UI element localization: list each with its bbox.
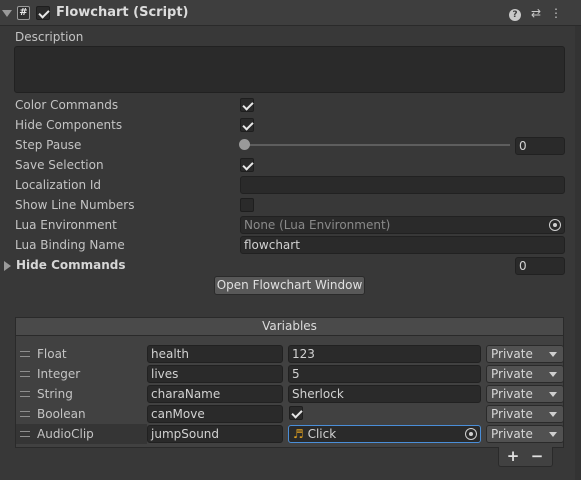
color-commands-label: Color Commands [15,98,119,112]
variable-key-field[interactable]: health [147,345,283,363]
variable-scope-dropdown[interactable]: Private [486,345,564,363]
variable-scope-dropdown[interactable]: Private [486,365,564,383]
script-icon: # [17,6,30,20]
step-pause-field[interactable]: 0 [515,137,565,155]
hide-components-label: Hide Components [15,118,123,132]
object-picker-icon[interactable] [465,428,477,440]
preset-icon[interactable]: ⇄ [529,6,543,20]
lua-environment-label: Lua Environment [15,218,117,232]
variable-type: Boolean [37,407,86,421]
audio-clip-name: Click [307,427,337,441]
hide-components-checkbox[interactable] [240,118,254,132]
save-selection-checkbox[interactable] [240,158,254,172]
localization-id-label: Localization Id [15,178,102,192]
drag-handle-icon[interactable] [20,431,30,437]
component-title: Flowchart (Script) [56,5,189,20]
variable-type: AudioClip [37,427,94,441]
add-variable-button[interactable]: + [503,448,523,464]
variable-key-field[interactable]: charaName [147,385,283,403]
lua-binding-name-label: Lua Binding Name [15,238,125,252]
step-pause-label: Step Pause [15,138,82,152]
variable-key-field[interactable]: lives [147,365,283,383]
description-textarea[interactable] [14,46,565,93]
drag-handle-icon[interactable] [20,411,30,417]
drag-handle-icon[interactable] [20,351,30,357]
object-picker-icon[interactable] [549,219,561,231]
show-line-numbers-checkbox[interactable] [240,198,254,212]
variable-value-checkbox[interactable] [289,406,303,420]
variables-header: Variables [15,317,564,336]
variable-scope-dropdown[interactable]: Private [486,425,564,443]
variable-value-object-field[interactable]: ♬ Click [288,425,481,443]
variable-type: Integer [37,367,81,381]
component-enabled-checkbox[interactable] [36,6,50,20]
scrollbar[interactable] [575,26,581,480]
step-pause-slider-track[interactable] [245,144,510,146]
hide-commands-count-field[interactable]: 0 [515,257,565,275]
hide-commands-foldout-icon[interactable] [4,261,11,271]
variable-type: Float [37,347,67,361]
variable-type: String [37,387,73,401]
variable-value-field[interactable]: 123 [288,345,481,363]
remove-variable-button[interactable]: − [527,448,547,464]
drag-handle-icon[interactable] [20,371,30,377]
show-line-numbers-label: Show Line Numbers [15,198,135,212]
step-pause-slider-handle[interactable] [239,139,250,150]
lua-environment-field[interactable]: None (Lua Environment) [240,216,565,234]
audio-clip-icon: ♬ [293,427,304,441]
save-selection-label: Save Selection [15,158,104,172]
variable-key-field[interactable]: canMove [147,405,283,423]
color-commands-checkbox[interactable] [240,98,254,112]
open-flowchart-window-button[interactable]: Open Flowchart Window [214,276,365,295]
foldout-arrow-icon[interactable] [2,10,12,17]
description-label: Description [15,30,84,44]
localization-id-field[interactable] [240,176,565,194]
variable-value-field[interactable]: 5 [288,365,481,383]
help-icon[interactable]: ? [508,6,522,21]
drag-handle-icon[interactable] [20,391,30,397]
lua-environment-value: None (Lua Environment) [244,218,391,232]
lua-binding-name-field[interactable]: flowchart [240,236,565,254]
variable-scope-dropdown[interactable]: Private [486,405,564,423]
variable-value-field[interactable]: Sherlock [288,385,481,403]
variable-scope-dropdown[interactable]: Private [486,385,564,403]
hide-commands-label[interactable]: Hide Commands [16,256,126,274]
variable-key-field[interactable]: jumpSound [147,425,283,443]
more-menu-icon[interactable]: ⋮ [549,6,563,20]
